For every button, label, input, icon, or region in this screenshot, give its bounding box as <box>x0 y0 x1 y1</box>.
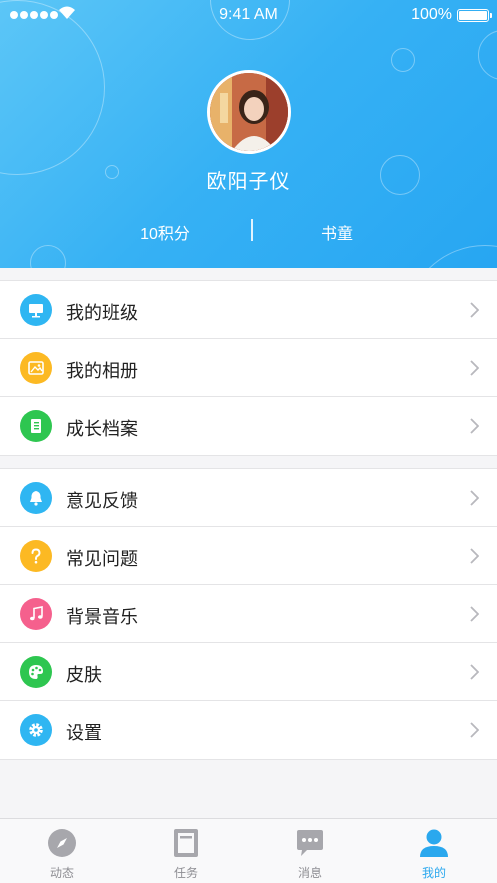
faq-question-icon <box>20 540 52 572</box>
task-doc-icon <box>174 829 198 857</box>
decor-circle <box>478 30 497 80</box>
menu-group-1: 我的班级 我的相册 成长档案 <box>0 280 497 456</box>
tab-messages[interactable]: 消息 <box>248 819 372 883</box>
palette-icon <box>20 656 52 688</box>
tab-bar: 动态 任务 消息 我的 <box>0 818 497 883</box>
music-note-icon <box>20 598 52 630</box>
menu-item-settings[interactable]: 设置 <box>0 701 497 759</box>
menu-item-my-class[interactable]: 我的班级 <box>0 281 497 339</box>
menu-group-2: 意见反馈 常见问题 背景音乐 皮肤 设置 <box>0 468 497 760</box>
compass-icon <box>48 829 76 857</box>
level-stat[interactable]: 书童 <box>247 220 427 244</box>
tab-me[interactable]: 我的 <box>372 819 496 883</box>
decor-circle <box>405 245 497 268</box>
menu-item-label: 常见问题 <box>66 549 138 569</box>
menu-item-label: 背景音乐 <box>66 607 138 627</box>
avatar[interactable] <box>207 70 291 154</box>
status-bar: 9:41 AM 100% <box>0 0 497 32</box>
chevron-right-icon <box>470 606 479 622</box>
battery-icon <box>457 9 492 22</box>
tab-feed[interactable]: 动态 <box>0 819 124 883</box>
classroom-icon <box>20 294 52 326</box>
menu-item-label: 成长档案 <box>66 419 138 439</box>
chevron-right-icon <box>470 302 479 318</box>
menu-item-label: 我的班级 <box>66 303 138 323</box>
chevron-right-icon <box>470 548 479 564</box>
menu-item-background-music[interactable]: 背景音乐 <box>0 585 497 643</box>
person-icon <box>420 829 448 857</box>
growth-archive-icon <box>20 410 52 442</box>
chat-bubble-icon <box>297 830 323 856</box>
avatar-photo <box>210 73 288 151</box>
menu-item-label: 我的相册 <box>66 361 138 381</box>
tab-label: 我的 <box>421 866 446 880</box>
decor-circle <box>30 245 66 268</box>
chevron-right-icon <box>470 664 479 680</box>
profile-header: 9:41 AM 100% 欧阳子仪 10积分 书童 <box>0 0 497 268</box>
menu-item-feedback[interactable]: 意见反馈 <box>0 469 497 527</box>
tab-label: 任务 <box>173 866 198 880</box>
chevron-right-icon <box>470 418 479 434</box>
chevron-right-icon <box>470 722 479 738</box>
feedback-bell-icon <box>20 482 52 514</box>
decor-circle <box>391 48 415 72</box>
tab-label: 动态 <box>49 866 74 880</box>
menu-item-label: 皮肤 <box>66 665 102 685</box>
tab-label: 消息 <box>297 866 322 880</box>
tab-tasks[interactable]: 任务 <box>124 819 248 883</box>
menu-item-label: 设置 <box>66 723 102 743</box>
user-name: 欧阳子仪 <box>206 171 291 193</box>
album-icon <box>20 352 52 384</box>
chevron-right-icon <box>470 490 479 506</box>
chevron-right-icon <box>470 360 479 376</box>
menu-item-my-album[interactable]: 我的相册 <box>0 339 497 397</box>
menu-item-skin[interactable]: 皮肤 <box>0 643 497 701</box>
menu-item-faq[interactable]: 常见问题 <box>0 527 497 585</box>
points-stat[interactable]: 10积分 <box>75 220 255 244</box>
gear-icon <box>20 714 52 746</box>
menu-item-label: 意见反馈 <box>66 491 138 511</box>
battery-percent: 100% <box>411 6 452 23</box>
menu-item-growth-archive[interactable]: 成长档案 <box>0 397 497 455</box>
